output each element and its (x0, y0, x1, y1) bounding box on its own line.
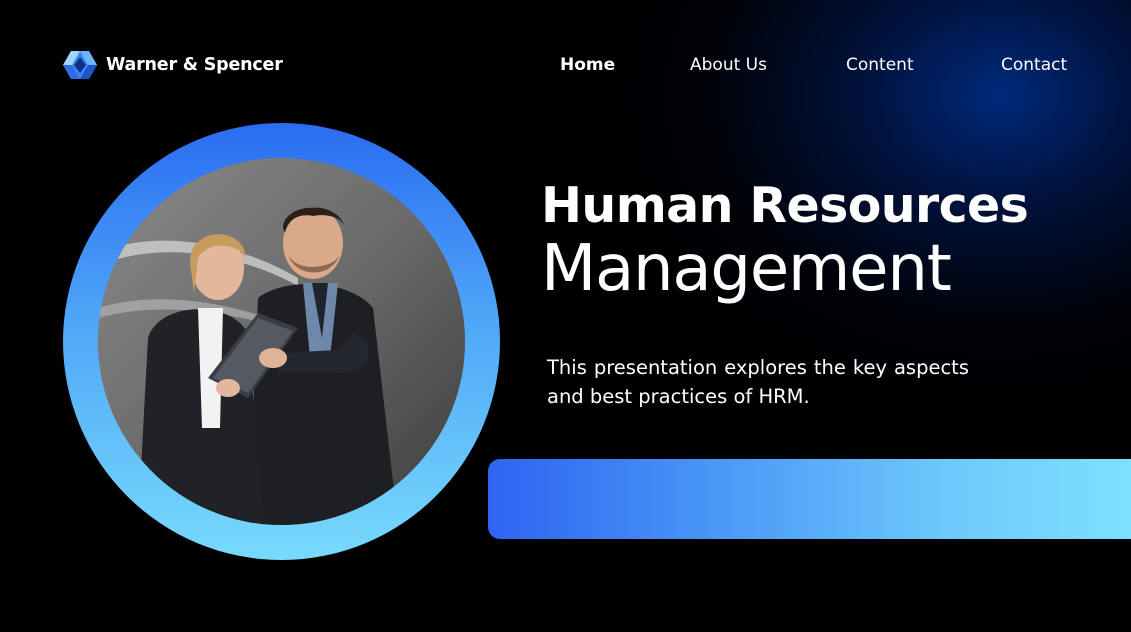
hero-description: This presentation explores the key aspec… (547, 355, 969, 408)
main-nav: Home About Us Content Contact (0, 55, 1131, 79)
nav-home[interactable]: Home (560, 55, 615, 75)
accent-bar (488, 459, 1131, 539)
business-people-illustration (98, 158, 465, 525)
hero-title-line2: Management (541, 232, 952, 306)
nav-about-us[interactable]: About Us (690, 55, 767, 75)
nav-content[interactable]: Content (846, 55, 914, 75)
nav-contact[interactable]: Contact (1001, 55, 1067, 75)
team-photo (98, 158, 465, 525)
hero-title-line1: Human Resources (541, 177, 1029, 234)
